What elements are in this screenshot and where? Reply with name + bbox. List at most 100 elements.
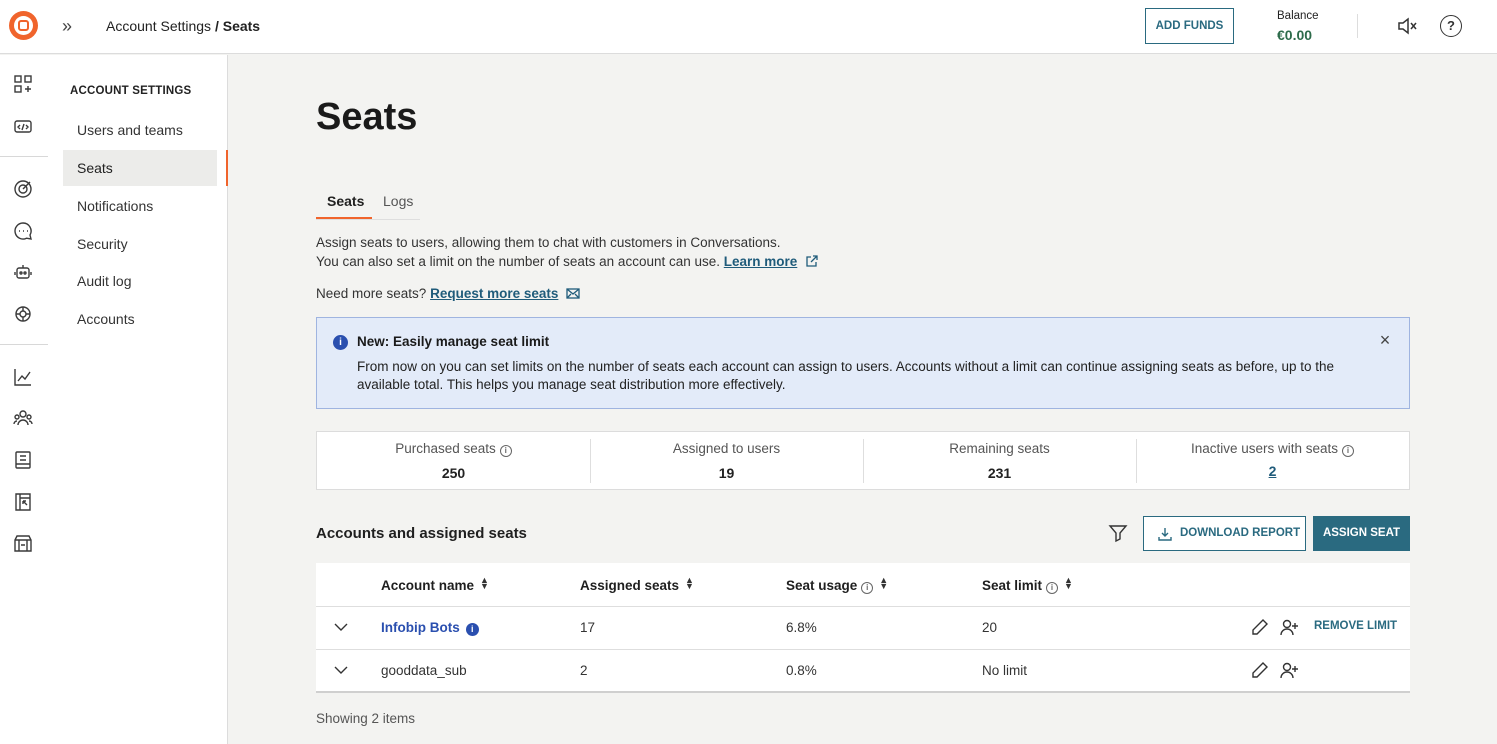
settings-sidebar: ACCOUNT SETTINGS Users and teams Seats N…	[48, 55, 228, 744]
header-label: Seat limit	[982, 578, 1043, 593]
header-label: Seat usage	[786, 578, 858, 593]
info-banner: i New: Easily manage seat limit From now…	[316, 317, 1410, 409]
edit-icon[interactable]	[1250, 617, 1270, 637]
assign-seat-button[interactable]: ASSIGN SEAT	[1313, 516, 1410, 551]
breadcrumb-separator: /	[211, 18, 223, 34]
sidebar-item-notifications[interactable]: Notifications	[63, 188, 217, 224]
stat-label: Remaining seats	[949, 441, 1050, 456]
analytics-icon[interactable]	[12, 366, 34, 388]
top-bar: » Account Settings / Seats ADD FUNDS Bal…	[0, 0, 1497, 54]
sidebar-item-security[interactable]: Security	[63, 226, 217, 262]
remove-limit-button[interactable]: REMOVE LIMIT	[1314, 620, 1397, 632]
seat-usage: 6.8%	[786, 620, 817, 635]
column-header-account[interactable]: Account name ▲ ▼	[381, 576, 489, 594]
stat-label: Purchased seats	[395, 441, 496, 456]
sort-icon[interactable]: ▲ ▼	[879, 576, 888, 591]
edit-icon[interactable]	[1250, 660, 1270, 680]
bot-icon[interactable]	[12, 261, 34, 283]
inbox-icon[interactable]	[12, 491, 34, 513]
divider	[1357, 14, 1358, 38]
breadcrumb: Account Settings / Seats	[106, 18, 260, 34]
sort-icon[interactable]: ▲ ▼	[480, 576, 489, 591]
sidebar-item-seats[interactable]: Seats	[63, 150, 217, 186]
chat-icon[interactable]	[12, 220, 34, 242]
close-icon[interactable]: ×	[1377, 331, 1393, 349]
info-icon[interactable]: i	[1046, 582, 1059, 594]
header-label: Account name	[381, 578, 475, 593]
add-user-icon[interactable]	[1279, 617, 1299, 637]
chevron-down-icon[interactable]	[333, 619, 349, 635]
sidebar-item-users-and-teams[interactable]: Users and teams	[63, 112, 217, 148]
assigned-seats: 2	[580, 663, 588, 678]
table-bottom-border	[316, 691, 1410, 693]
stat-value: 231	[987, 465, 1012, 481]
section-title: Accounts and assigned seats	[316, 525, 527, 542]
account-name: Infobip Bots i	[381, 620, 479, 636]
filter-icon[interactable]	[1108, 523, 1128, 543]
sound-muted-icon[interactable]	[1396, 15, 1418, 37]
stat-label: Inactive users with seats	[1190, 441, 1339, 456]
tab-logs[interactable]: Logs	[383, 193, 413, 209]
add-user-icon[interactable]	[1279, 660, 1299, 680]
account-name: gooddata_sub	[381, 663, 467, 678]
banner-title: New: Easily manage seat limit	[357, 334, 550, 349]
seat-limit: No limit	[982, 663, 1028, 678]
apps-icon[interactable]	[12, 73, 34, 95]
target-icon[interactable]	[12, 178, 34, 200]
ai-icon[interactable]	[12, 303, 34, 325]
help-icon[interactable]: ?	[1440, 15, 1462, 37]
stat-assigned: Assigned to users 19	[590, 432, 863, 489]
seat-usage: 0.8%	[786, 663, 817, 678]
account-link[interactable]: Infobip Bots	[381, 620, 460, 635]
info-icon[interactable]: i	[499, 445, 512, 457]
description-text: You can also set a limit on the number o…	[316, 254, 720, 269]
sidebar-item-audit-log[interactable]: Audit log	[63, 263, 217, 299]
balance-value: €0.00	[1277, 27, 1313, 43]
store-icon[interactable]	[12, 532, 34, 554]
rail-divider	[0, 344, 48, 345]
description-line-2: You can also set a limit on the number o…	[316, 254, 819, 269]
description-line-1: Assign seats to users, allowing them to …	[316, 235, 781, 250]
tabs: Seats Logs	[316, 190, 420, 220]
tab-seats[interactable]: Seats	[327, 193, 364, 209]
logo-icon[interactable]	[9, 11, 38, 40]
sidebar-title: ACCOUNT SETTINGS	[70, 85, 192, 97]
column-header-limit[interactable]: Seat limit i ▲ ▼	[982, 576, 1073, 594]
stat-label: Assigned to users	[672, 441, 781, 456]
download-report-button[interactable]: DOWNLOAD REPORT	[1143, 516, 1306, 551]
info-icon[interactable]: i	[861, 582, 874, 594]
info-icon[interactable]: i	[465, 623, 479, 636]
active-indicator	[226, 150, 228, 186]
header-label: Assigned seats	[580, 578, 680, 593]
download-report-label: DOWNLOAD REPORT	[1180, 527, 1301, 539]
seat-limit: 20	[982, 620, 998, 635]
developer-icon[interactable]	[12, 115, 34, 137]
expand-menu-icon[interactable]: »	[62, 16, 80, 36]
download-icon	[1158, 528, 1172, 541]
column-header-assigned[interactable]: Assigned seats ▲ ▼	[580, 576, 694, 594]
need-more-text: Need more seats?	[316, 286, 427, 301]
table-row: Infobip Bots i 17 6.8% 20 REMOVE LIMIT	[316, 606, 1410, 649]
stat-value: 250	[441, 465, 466, 481]
people-icon[interactable]	[12, 407, 34, 429]
chevron-down-icon[interactable]	[333, 662, 349, 678]
breadcrumb-parent[interactable]: Account Settings	[106, 18, 211, 34]
stat-value: 19	[718, 465, 735, 481]
assigned-seats: 17	[580, 620, 596, 635]
sort-icon[interactable]: ▲ ▼	[1064, 576, 1073, 591]
inactive-users-link[interactable]: 2	[1136, 463, 1409, 479]
add-funds-button[interactable]: ADD FUNDS	[1145, 8, 1234, 44]
tab-underline	[316, 217, 372, 219]
table-row: gooddata_sub 2 0.8% No limit	[316, 649, 1410, 692]
learn-more-link[interactable]: Learn more	[724, 254, 798, 269]
column-header-usage[interactable]: Seat usage i ▲ ▼	[786, 576, 888, 594]
sidebar-item-accounts[interactable]: Accounts	[63, 301, 217, 337]
request-more-seats-link[interactable]: Request more seats	[430, 286, 558, 301]
stat-purchased: Purchased seats i 250	[317, 432, 590, 489]
stat-inactive: Inactive users with seats i 2	[1136, 432, 1409, 489]
book-icon[interactable]	[12, 449, 34, 471]
icon-rail	[0, 55, 48, 744]
breadcrumb-current: Seats	[222, 18, 261, 34]
info-icon[interactable]: i	[1342, 445, 1355, 457]
sort-icon[interactable]: ▲ ▼	[685, 576, 694, 591]
